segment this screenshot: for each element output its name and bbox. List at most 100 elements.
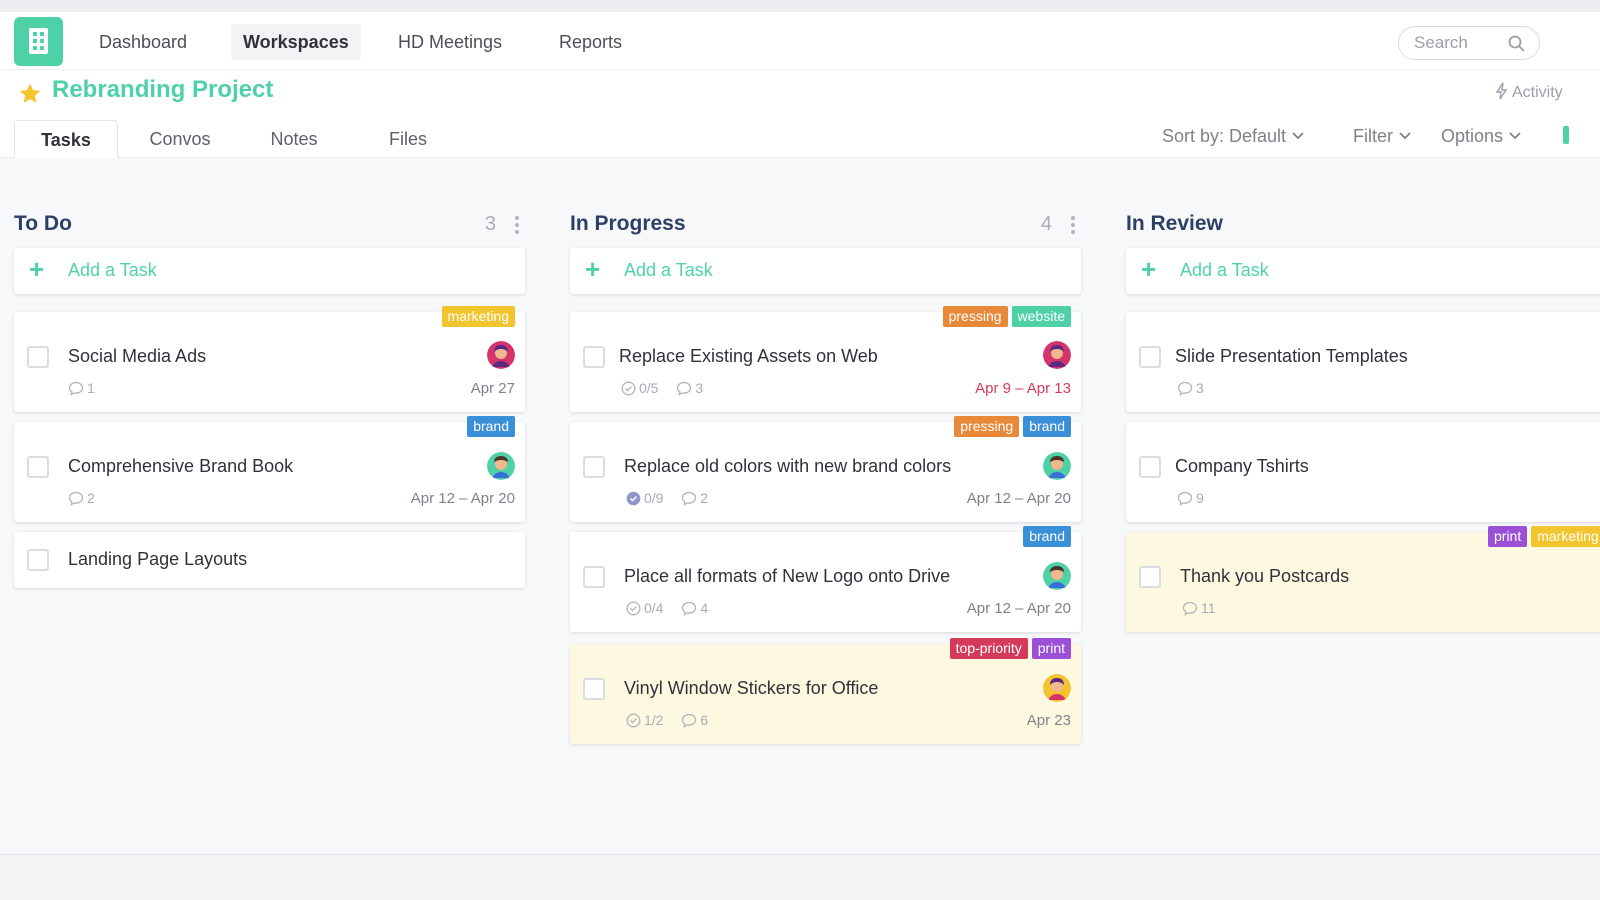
nav-dashboard[interactable]: Dashboard <box>87 24 199 60</box>
task-checkbox[interactable] <box>583 678 605 700</box>
due-date: Apr 12 – Apr 20 <box>966 490 1071 507</box>
task-checkbox[interactable] <box>583 566 605 588</box>
add-task-button[interactable]: + Add a Task <box>1126 248 1600 294</box>
kanban-board: To Do 3 + Add a Task marketing Social Me… <box>0 158 1600 854</box>
assignee-avatar[interactable] <box>1043 452 1071 480</box>
task-checkbox[interactable] <box>583 346 605 368</box>
add-task-button[interactable]: + Add a Task <box>14 248 525 294</box>
search-placeholder: Search <box>1414 33 1468 52</box>
due-date: Apr 27 <box>470 380 515 397</box>
avatar-icon <box>1043 452 1071 480</box>
task-checkbox[interactable] <box>27 346 49 368</box>
comment-icon <box>677 381 692 396</box>
window-bottom-strip <box>0 854 1600 900</box>
task-title: Vinyl Window Stickers for Office <box>624 678 879 698</box>
task-title: Replace Existing Assets on Web <box>619 346 878 366</box>
tag-list: pressing website <box>942 306 1071 327</box>
options-label: Options <box>1441 126 1504 146</box>
task-checkbox[interactable] <box>583 456 605 478</box>
filter-label: Filter <box>1353 126 1393 146</box>
task-meta: 0/4 4 <box>626 600 722 616</box>
column-title: In Review <box>1126 212 1223 235</box>
tag[interactable]: pressing <box>942 306 1008 327</box>
comment-icon <box>682 601 697 616</box>
activity-label: Activity <box>1512 84 1563 101</box>
task-card[interactable]: print marketing Thank you Postcards 11 <box>1126 526 1600 632</box>
task-title: Place all formats of New Logo onto Drive <box>624 566 951 586</box>
avatar-icon <box>1043 341 1071 369</box>
checklist-icon <box>626 491 641 506</box>
task-checkbox[interactable] <box>27 549 49 571</box>
activity-link[interactable]: Activity <box>1495 82 1563 102</box>
nav-workspaces[interactable]: Workspaces <box>231 24 361 60</box>
task-card[interactable]: brand Comprehensive Brand Book 2 Apr 12 … <box>14 416 525 522</box>
task-checkbox[interactable] <box>1139 346 1161 368</box>
nav-reports[interactable]: Reports <box>547 24 634 60</box>
window-top-strip <box>0 0 1600 12</box>
assignee-avatar[interactable] <box>1043 562 1071 590</box>
due-date: Apr 12 – Apr 20 <box>966 600 1071 617</box>
comment-icon <box>682 713 697 728</box>
task-card[interactable]: brand Place all formats of New Logo onto… <box>570 526 1081 632</box>
tag[interactable]: marketing <box>1531 526 1600 547</box>
assignee-avatar[interactable] <box>1043 674 1071 702</box>
task-card[interactable]: pressing website Replace Existing Assets… <box>570 306 1081 412</box>
comment-count: 6 <box>700 712 709 728</box>
column-title: To Do <box>14 212 72 235</box>
due-date: Apr 9 – Apr 13 <box>975 380 1071 397</box>
search-input[interactable]: Search <box>1398 26 1540 60</box>
assignee-avatar[interactable] <box>487 341 515 369</box>
tag[interactable]: brand <box>1023 416 1071 437</box>
tag[interactable]: pressing <box>954 416 1020 437</box>
star-icon[interactable] <box>18 82 42 106</box>
tag[interactable]: brand <box>467 416 515 437</box>
building-icon <box>29 28 48 54</box>
task-card[interactable]: pressing brand Replace old colors with n… <box>570 416 1081 522</box>
subtask-count: 0/9 <box>644 490 664 506</box>
tag[interactable]: brand <box>1023 526 1071 547</box>
comment-count: 3 <box>1196 380 1204 396</box>
checklist-icon <box>626 601 641 616</box>
plus-icon: + <box>29 254 45 284</box>
task-card[interactable]: marketing Social Media Ads 1 Apr 27 <box>14 306 525 412</box>
sort-dropdown[interactable]: Sort by: Default <box>1162 126 1304 147</box>
task-card[interactable]: Landing Page Layouts <box>14 532 525 588</box>
project-title: Rebranding Project <box>52 76 274 103</box>
checklist-icon <box>626 713 641 728</box>
chevron-down-icon <box>1509 132 1521 140</box>
comment-count: 1 <box>87 380 95 396</box>
task-card[interactable]: top-priority print Vinyl Window Stickers… <box>570 638 1081 744</box>
plus-icon: + <box>1141 254 1157 284</box>
options-dropdown[interactable]: Options <box>1441 126 1521 147</box>
tag[interactable]: print <box>1488 526 1528 547</box>
task-checkbox[interactable] <box>27 456 49 478</box>
app-logo[interactable] <box>14 17 63 66</box>
task-card[interactable]: Slide Presentation Templates 3 <box>1126 312 1600 412</box>
column-menu-icon[interactable] <box>1070 216 1076 234</box>
assignee-avatar[interactable] <box>487 452 515 480</box>
assignee-avatar[interactable] <box>1043 341 1071 369</box>
add-task-button[interactable]: + Add a Task <box>570 248 1081 294</box>
tab-notes[interactable]: Notes <box>252 120 336 158</box>
top-nav: Dashboard Workspaces HD Meetings Reports… <box>0 12 1600 70</box>
tab-convos[interactable]: Convos <box>132 120 228 158</box>
task-checkbox[interactable] <box>1139 456 1161 478</box>
tab-files[interactable]: Files <box>372 120 444 158</box>
tag-list: pressing brand <box>954 416 1071 437</box>
search-icon <box>1508 35 1525 52</box>
tab-tasks[interactable]: Tasks <box>14 120 118 158</box>
tag[interactable]: website <box>1011 306 1071 327</box>
column-menu-icon[interactable] <box>514 216 520 234</box>
subtask-count: 0/5 <box>639 380 659 396</box>
task-meta: 11 <box>1182 600 1230 616</box>
task-card[interactable]: top-priority Company Tshirts 9 <box>1126 422 1600 522</box>
tag[interactable]: top-priority <box>949 638 1028 659</box>
comment-count: 4 <box>700 600 709 616</box>
nav-hd-meetings[interactable]: HD Meetings <box>386 24 514 60</box>
filter-dropdown[interactable]: Filter <box>1353 126 1411 147</box>
view-toggle-edge[interactable] <box>1563 126 1569 144</box>
task-checkbox[interactable] <box>1139 566 1161 588</box>
task-title: Company Tshirts <box>1175 456 1309 476</box>
tag[interactable]: marketing <box>441 306 515 327</box>
tag[interactable]: print <box>1031 638 1071 659</box>
